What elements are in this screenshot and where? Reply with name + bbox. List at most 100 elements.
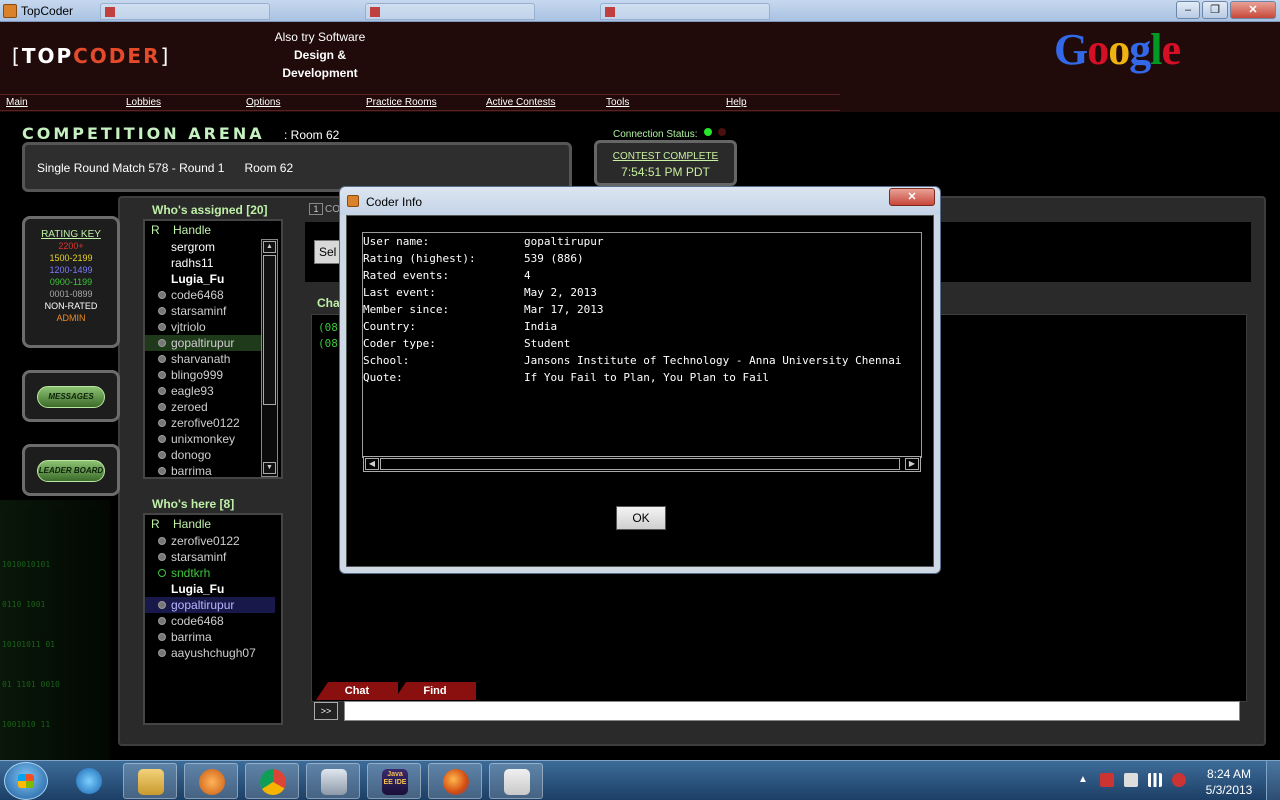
action-center-icon[interactable] (1100, 773, 1114, 787)
match-info-panel: Single Round Match 578 - Round 1 Room 62 (22, 142, 572, 192)
chat-input[interactable] (344, 701, 1240, 721)
taskbar-java-ee-ide[interactable]: Java EE IDE (367, 763, 421, 799)
assigned-user-row[interactable]: sergrom (145, 239, 275, 255)
rating-key-title: RATING KEY (41, 229, 101, 240)
present-user-row[interactable]: code6468 (145, 613, 275, 629)
contest-status-box: CONTEST COMPLETE 7:54:51 PM PDT (594, 140, 737, 186)
maximize-button[interactable]: ❐ (1202, 1, 1228, 19)
scroll-right-icon[interactable]: ▶ (905, 458, 919, 470)
tab-find[interactable]: Find (394, 682, 476, 700)
coder-info-text[interactable]: User name: gopaltirupur Rating (highest): 5… (362, 232, 922, 458)
windows-taskbar: Java EE IDE ▲ 8:24 AM 5/3/2013 (0, 760, 1280, 800)
connection-error-indicator (718, 128, 726, 136)
present-user-row[interactable]: gopaltirupur (145, 597, 275, 613)
show-hidden-icons-icon[interactable]: ▲ (1078, 774, 1088, 785)
assigned-user-row[interactable]: barrima (145, 463, 275, 479)
scroll-left-icon[interactable]: ◀ (365, 458, 379, 470)
status-dot-icon (158, 617, 166, 625)
info-row: Member since: Mar 17, 2013 (363, 303, 921, 320)
present-user-row[interactable]: Lugia_Fu (145, 581, 275, 597)
assigned-user-row[interactable]: Lugia_Fu (145, 271, 275, 287)
assigned-user-row[interactable]: gopaltirupur (145, 335, 275, 351)
present-user-row[interactable]: sndtkrh (145, 565, 275, 581)
ok-button[interactable]: OK (616, 506, 666, 530)
assigned-user-row[interactable]: zeroed (145, 399, 275, 415)
assigned-user-row[interactable]: vjtriolo (145, 319, 275, 335)
present-user-row[interactable]: aayushchugh07 (145, 645, 275, 661)
present-user-row[interactable]: barrima (145, 629, 275, 645)
assigned-user-row[interactable]: donogo (145, 447, 275, 463)
menu-tools[interactable]: Tools (606, 97, 629, 108)
volume-icon[interactable] (1172, 773, 1186, 787)
assigned-user-row[interactable]: eagle93 (145, 383, 275, 399)
menu-help[interactable]: Help (726, 97, 747, 108)
assigned-user-row[interactable]: blingo999 (145, 367, 275, 383)
menu-practice-rooms[interactable]: Practice Rooms (366, 97, 437, 108)
network-icon[interactable] (1148, 773, 1162, 787)
taskbar-internet-explorer[interactable] (62, 763, 116, 799)
google-logo[interactable]: Google (1054, 24, 1181, 75)
assigned-user-row[interactable]: code6468 (145, 287, 275, 303)
dialog-close-button[interactable]: ✕ (889, 188, 935, 206)
menu-active-contests[interactable]: Active Contests (486, 97, 555, 108)
matrix-background: 1010010101 0110 1001 10101011 01 01 1101… (0, 500, 110, 760)
messages-button[interactable]: MESSAGES (22, 370, 120, 422)
taskbar-chrome[interactable] (245, 763, 299, 799)
assigned-user-row[interactable]: starsaminf (145, 303, 275, 319)
show-desktop-button[interactable] (1266, 761, 1280, 800)
col-rating[interactable]: R (151, 517, 160, 531)
info-key: Rating (highest): (363, 252, 476, 265)
room-tab-label[interactable]: CO (325, 204, 340, 215)
present-user-row[interactable]: starsaminf (145, 549, 275, 565)
tab-chat[interactable]: Chat (316, 682, 398, 700)
media-player-icon (199, 769, 225, 795)
assigned-user-row[interactable]: zerofive0122 (145, 415, 275, 431)
scroll-thumb[interactable] (263, 255, 276, 405)
info-value: Student (524, 337, 571, 350)
assigned-user-row[interactable]: radhs11 (145, 255, 275, 271)
status-dot-icon (158, 435, 166, 443)
taskbar-firefox[interactable] (428, 763, 482, 799)
file-explorer-icon (138, 769, 164, 795)
system-clock[interactable]: 8:24 AM 5/3/2013 (1198, 766, 1260, 798)
menu-lobbies[interactable]: Lobbies (126, 97, 161, 108)
col-rating[interactable]: R (151, 223, 160, 237)
taskbar-media-player[interactable] (184, 763, 238, 799)
leaderboard-button[interactable]: LEADER BOARD (22, 444, 120, 496)
dialog-titlebar[interactable]: Coder Info ✕ (340, 187, 940, 215)
chat-send-button[interactable]: >> (314, 702, 338, 720)
assigned-scrollbar[interactable]: ▲ ▼ (261, 239, 278, 477)
close-button[interactable]: ✕ (1230, 1, 1276, 19)
taskbar-java[interactable] (489, 763, 543, 799)
scroll-down-icon[interactable]: ▼ (263, 462, 276, 474)
status-dot-icon (158, 467, 166, 475)
taskbar-video-app[interactable] (306, 763, 360, 799)
user-handle: barrima (171, 464, 212, 478)
ghost-window-2[interactable] (365, 3, 535, 20)
scroll-thumb[interactable] (380, 458, 900, 470)
info-horizontal-scrollbar[interactable]: ◀ ▶ (363, 456, 921, 472)
start-button[interactable] (4, 762, 48, 800)
status-dot-icon (158, 355, 166, 363)
device-icon[interactable] (1124, 773, 1138, 787)
ghost-window-1[interactable] (100, 3, 270, 20)
info-value: 4 (524, 269, 531, 282)
present-user-row[interactable]: zerofive0122 (145, 533, 275, 549)
user-handle: eagle93 (171, 384, 214, 398)
match-title: Single Round Match 578 - Round 1 Room 62 (37, 161, 294, 175)
menu-main[interactable]: Main (6, 97, 28, 108)
java-ee-ide-icon: Java EE IDE (382, 769, 408, 795)
col-handle[interactable]: Handle (173, 223, 211, 237)
minimize-button[interactable]: – (1176, 1, 1200, 19)
scroll-up-icon[interactable]: ▲ (263, 241, 276, 253)
status-dot-icon (158, 307, 166, 315)
menu-options[interactable]: Options (246, 97, 280, 108)
ghost-window-3[interactable] (600, 3, 770, 20)
room-tab-number[interactable]: 1 (309, 203, 323, 215)
also-try-banner[interactable]: Also try Software Design & Development (250, 28, 390, 82)
taskbar-file-explorer[interactable] (123, 763, 177, 799)
internet-explorer-icon (76, 768, 102, 794)
assigned-user-row[interactable]: sharvanath (145, 351, 275, 367)
col-handle[interactable]: Handle (173, 517, 211, 531)
assigned-user-row[interactable]: unixmonkey (145, 431, 275, 447)
